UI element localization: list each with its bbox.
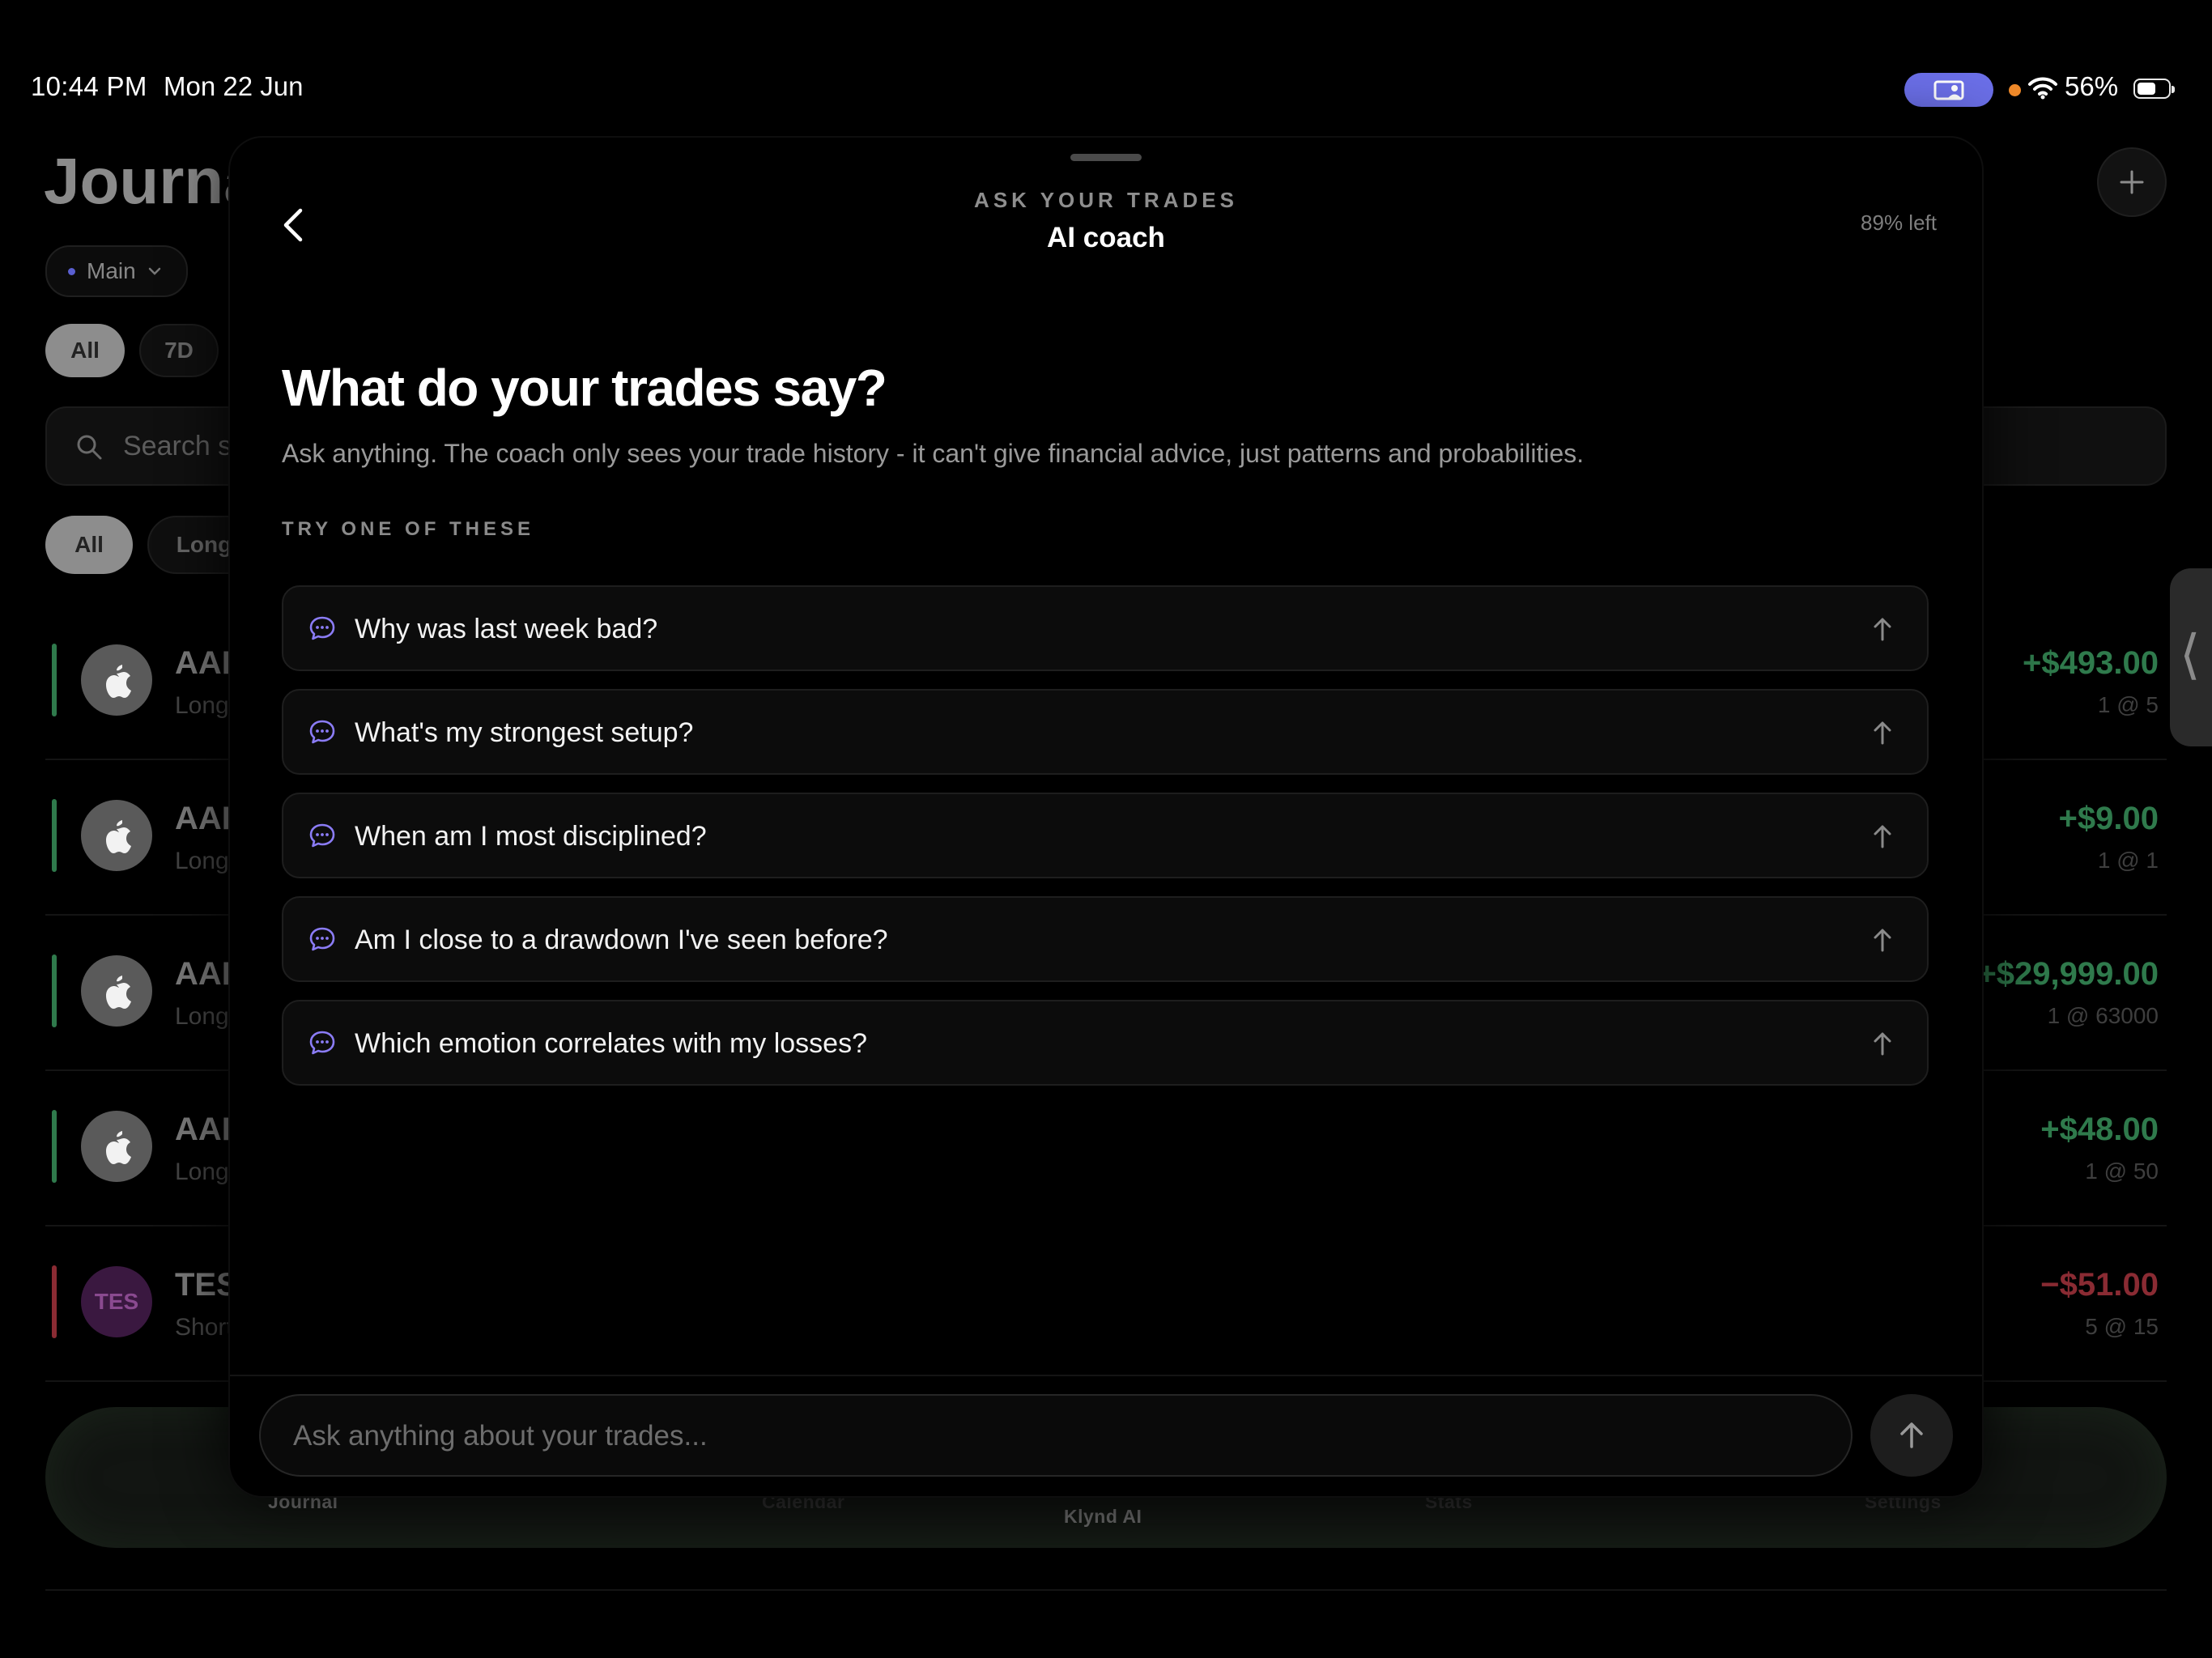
side-filter-all[interactable]: All: [45, 516, 133, 574]
apple-logo-icon: [81, 955, 152, 1027]
trade-quantity: 5 @ 15: [2085, 1314, 2159, 1339]
chevron-left-icon: ⟨: [2180, 624, 2201, 684]
suggestion-text: Why was last week bad?: [355, 614, 658, 644]
trade-side: Long: [175, 1003, 229, 1030]
arrow-up-icon: [1874, 618, 1891, 641]
trade-side: Long: [175, 1158, 229, 1185]
suggestion-button[interactable]: Which emotion correlates with my losses?: [282, 1000, 1929, 1086]
period-filter-all[interactable]: All: [45, 324, 125, 377]
arrow-up-icon: [1900, 1422, 1923, 1448]
coach-subtitle: Ask anything. The coach only sees your t…: [282, 439, 1585, 468]
result-indicator: [52, 954, 57, 1027]
search-icon: [77, 435, 102, 460]
arrow-up-icon: [1874, 825, 1891, 848]
suggestion-text: What's my strongest setup?: [355, 717, 694, 748]
divider: [230, 1375, 1982, 1376]
trade-pnl: +$48.00: [2040, 1112, 2159, 1147]
trade-pnl: −$51.00: [2040, 1267, 2159, 1303]
trade-quantity: 1 @ 1: [2097, 848, 2159, 873]
chevron-down-icon: [148, 267, 160, 275]
suggestion-button[interactable]: When am I most disciplined?: [282, 793, 1929, 878]
trade-pnl: +$9.00: [2058, 801, 2159, 836]
result-indicator: [52, 644, 57, 716]
trade-quantity: 1 @ 50: [2085, 1158, 2159, 1184]
period-filter-7d[interactable]: 7D: [139, 324, 219, 377]
suggestion-button[interactable]: What's my strongest setup?: [282, 689, 1929, 775]
trade-quantity: 1 @ 63000: [2047, 1003, 2159, 1028]
chat-bubble-icon: [309, 720, 335, 744]
trade-side: Short: [175, 1314, 233, 1341]
chat-bubble-icon: [309, 616, 335, 640]
coach-heading: What do your trades say?: [282, 359, 887, 417]
account-name: Main: [87, 258, 136, 283]
trade-pnl: +$493.00: [2023, 645, 2159, 681]
apple-logo-icon: [81, 644, 152, 716]
suggestion-text: Am I close to a drawdown I've seen befor…: [355, 925, 888, 955]
trade-pnl: +$29,999.00: [1977, 956, 2159, 992]
ai-coach-sheet: ASK YOUR TRADES AI coach 89% left What d…: [230, 138, 1982, 1496]
result-indicator: [52, 1110, 57, 1183]
arrow-up-icon: [1874, 721, 1891, 745]
add-trade-button[interactable]: [2097, 147, 2167, 217]
sheet-title: AI coach: [1047, 222, 1165, 253]
sidebar-handle[interactable]: ⟨: [2170, 568, 2212, 746]
arrow-up-icon: [1874, 929, 1891, 952]
sheet-grabber[interactable]: [1070, 154, 1142, 161]
question-input-field[interactable]: [259, 1394, 1853, 1477]
divider: [45, 1589, 2167, 1591]
question-input[interactable]: [291, 1396, 1817, 1477]
arrow-up-icon: [1874, 1032, 1891, 1056]
trade-side: Long: [175, 692, 229, 719]
suggestion-button[interactable]: Am I close to a drawdown I've seen befor…: [282, 896, 1929, 982]
result-indicator: [52, 1265, 57, 1338]
usage-remaining: 89% left: [1861, 210, 1937, 235]
chat-bubble-icon: [309, 823, 335, 848]
suggestions-label: TRY ONE OF THESE: [282, 518, 535, 540]
send-button[interactable]: [1870, 1394, 1953, 1477]
result-indicator: [52, 799, 57, 872]
suggestion-text: Which emotion correlates with my losses?: [355, 1028, 868, 1059]
trade-side: Long: [175, 848, 229, 874]
suggestion-button[interactable]: Why was last week bad?: [282, 585, 1929, 671]
suggestion-text: When am I most disciplined?: [355, 821, 707, 852]
chat-bubble-icon: [309, 927, 335, 951]
apple-logo-icon: [81, 1111, 152, 1182]
tab-klynd-ai[interactable]: Klynd AI: [1064, 1506, 1142, 1528]
account-selector[interactable]: Main: [45, 245, 188, 297]
sheet-kicker: ASK YOUR TRADES: [974, 188, 1238, 212]
plus-icon: [2120, 170, 2144, 194]
account-dot-icon: [68, 267, 75, 275]
trade-quantity: 1 @ 5: [2097, 692, 2159, 717]
ticker-badge-label: TES: [94, 1289, 139, 1314]
ticker-badge: TES: [81, 1266, 152, 1337]
apple-logo-icon: [81, 800, 152, 871]
chat-bubble-icon: [309, 1031, 335, 1055]
